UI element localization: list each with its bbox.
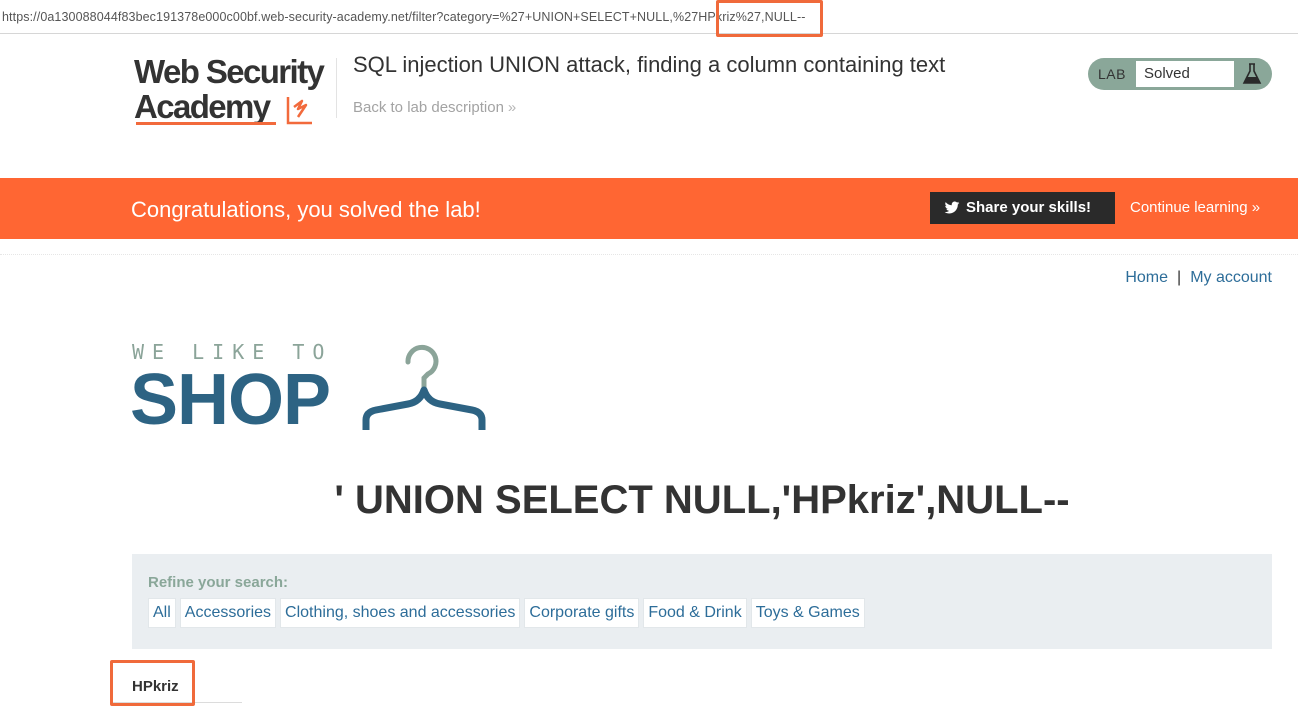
chevron-right-icon: » — [1251, 199, 1261, 216]
chevron-right-icon: » — [507, 99, 517, 116]
lab-status-tag: LAB — [1098, 66, 1126, 82]
filter-food-drink[interactable]: Food & Drink — [643, 598, 747, 628]
continue-learning-link[interactable]: Continue learning » — [1130, 199, 1260, 216]
nav-separator: | — [1177, 269, 1182, 286]
shop-name: SHOP — [130, 360, 331, 440]
nav-my-account-link[interactable]: My account — [1190, 269, 1272, 286]
back-link-label: Back to lab description — [353, 99, 504, 116]
lab-solved-banner: Congratulations, you solved the lab! Sha… — [0, 178, 1298, 239]
filter-all[interactable]: All — [148, 598, 176, 628]
header-divider — [336, 58, 337, 118]
result-highlight-annotation — [110, 660, 195, 706]
filter-panel: Refine your search: All Accessories Clot… — [132, 554, 1272, 649]
refine-search-label: Refine your search: — [148, 574, 289, 591]
category-heading: ' UNION SELECT NULL,'HPkriz',NULL-- — [334, 478, 1070, 522]
continue-learning-label: Continue learning — [1130, 199, 1248, 216]
share-skills-button[interactable]: Share your skills! — [930, 192, 1115, 224]
lab-title: SQL injection UNION attack, finding a co… — [353, 52, 946, 77]
section-divider — [0, 254, 1298, 255]
top-nav: Home | My account — [1125, 269, 1272, 287]
flask-icon — [1242, 63, 1262, 84]
url-text[interactable]: https://0a130088044f83bec191378e000c00bf… — [2, 10, 806, 24]
lab-status-value: Solved — [1136, 61, 1234, 87]
logo-underline — [136, 122, 276, 125]
share-skills-label: Share your skills! — [966, 199, 1092, 216]
twitter-icon — [944, 201, 960, 214]
lab-status-widget: LAB Solved — [1088, 58, 1272, 90]
filter-clothing[interactable]: Clothing, shoes and accessories — [280, 598, 521, 628]
logo-text-line2: Academy — [134, 88, 271, 125]
filter-options: All Accessories Clothing, shoes and acce… — [148, 598, 865, 628]
url-highlight-annotation — [716, 0, 823, 37]
congratulations-message: Congratulations, you solved the lab! — [131, 197, 481, 222]
web-security-academy-logo[interactable]: Web Security Academy — [134, 55, 334, 130]
filter-corporate-gifts[interactable]: Corporate gifts — [524, 598, 640, 628]
filter-accessories[interactable]: Accessories — [179, 598, 277, 628]
hanger-icon — [362, 344, 486, 430]
logo-text-line1: Web Security — [134, 53, 325, 90]
academy-bolt-icon — [286, 97, 312, 125]
browser-address-bar[interactable]: https://0a130088044f83bec191378e000c00bf… — [0, 0, 1298, 34]
back-to-lab-description-link[interactable]: Back to lab description» — [353, 99, 516, 116]
filter-toys-games[interactable]: Toys & Games — [750, 598, 865, 628]
nav-home-link[interactable]: Home — [1125, 269, 1168, 286]
